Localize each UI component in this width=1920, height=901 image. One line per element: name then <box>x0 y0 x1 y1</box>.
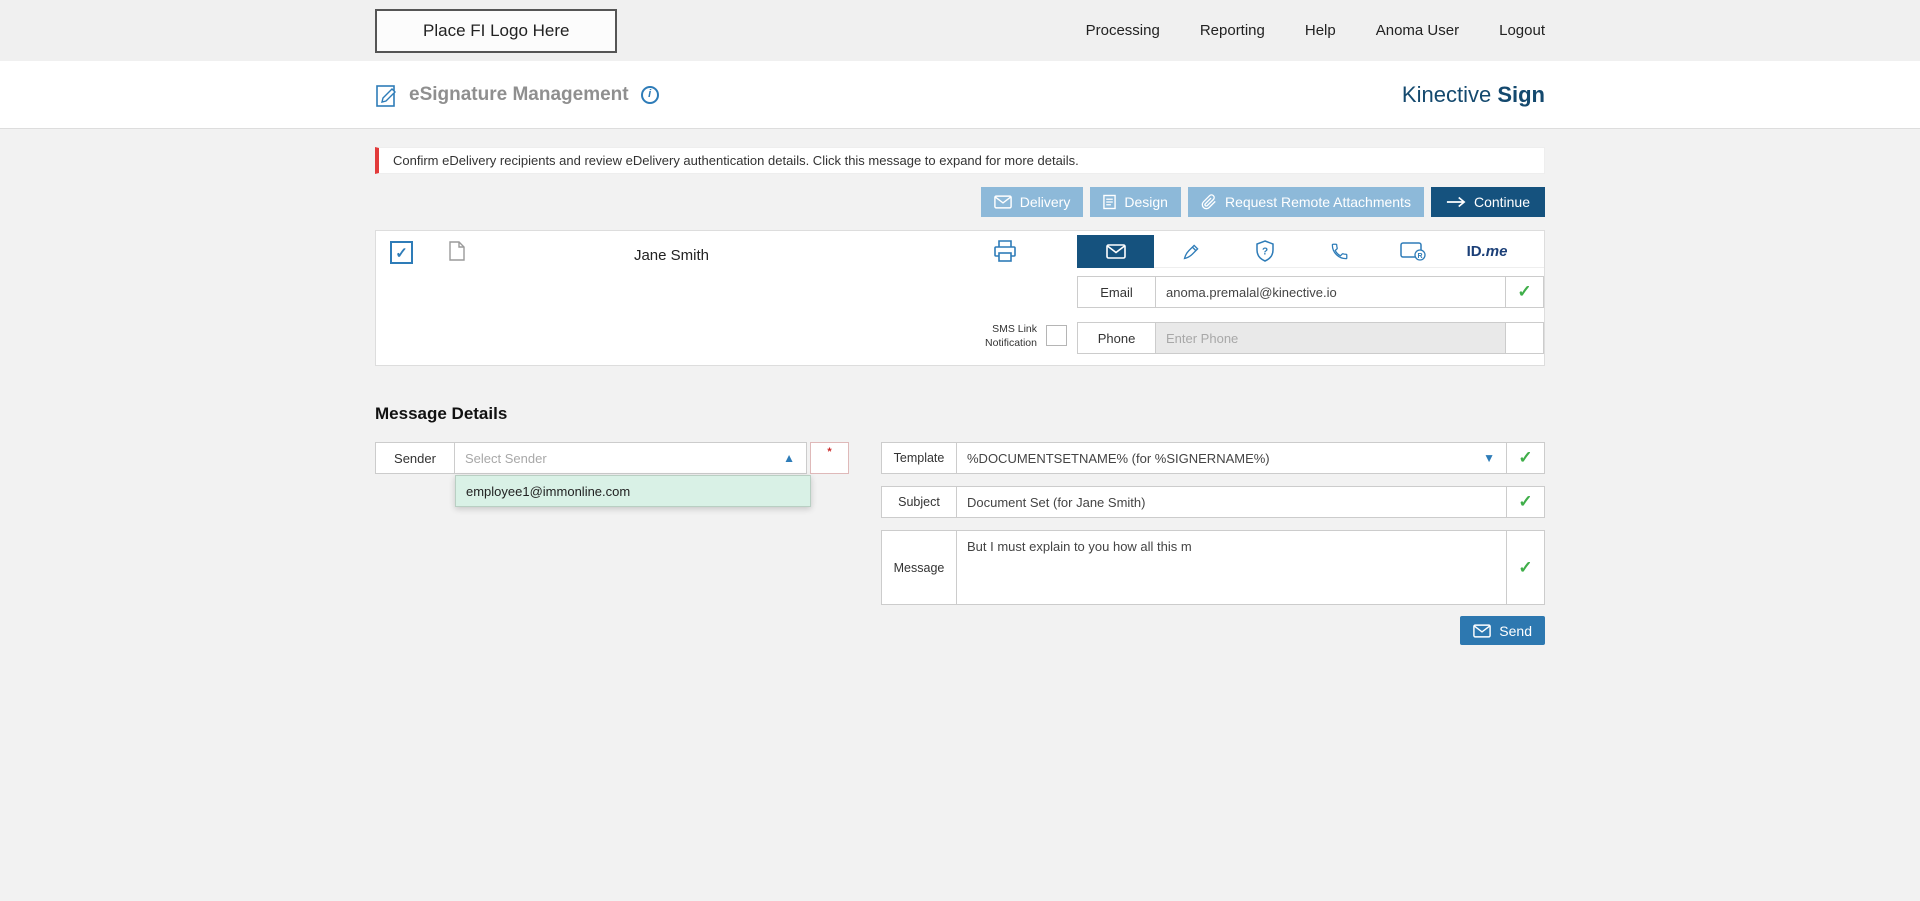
fi-logo-placeholder[interactable]: Place FI Logo Here <box>375 9 617 53</box>
sms-link-notification-label: SMS Link Notification <box>973 322 1037 350</box>
subject-label: Subject <box>881 486 957 518</box>
auth-phone-call-icon[interactable] <box>1302 242 1376 261</box>
envelope-icon <box>994 195 1012 209</box>
sender-select-input[interactable] <box>454 442 807 474</box>
template-label: Template <box>881 442 957 474</box>
phone-valid-cell <box>1505 322 1544 354</box>
delivery-button[interactable]: Delivery <box>981 187 1084 217</box>
chevron-down-icon[interactable]: ▼ <box>1483 451 1495 465</box>
design-button[interactable]: Design <box>1090 187 1181 217</box>
envelope-icon <box>1473 624 1491 638</box>
sms-link-notification-checkbox[interactable] <box>1046 325 1067 346</box>
info-icon[interactable]: i <box>641 86 659 104</box>
template-row: Template ▼ ✓ <box>881 442 1545 474</box>
message-textarea[interactable]: But I must explain to you how all this m <box>956 530 1507 605</box>
phone-label: Phone <box>1077 322 1156 354</box>
document-icon <box>1103 194 1116 210</box>
sender-dropdown: employee1@immonline.com <box>455 475 811 507</box>
send-button[interactable]: Send <box>1460 616 1545 645</box>
brand-logo: Kinective Sign <box>1402 82 1545 108</box>
top-navigation: Processing Reporting Help Anoma User Log… <box>1086 22 1545 39</box>
nav-reporting[interactable]: Reporting <box>1200 22 1265 39</box>
check-icon: ✓ <box>1518 492 1532 512</box>
nav-logout[interactable]: Logout <box>1499 22 1545 39</box>
phone-input[interactable] <box>1155 322 1506 354</box>
auth-email-icon[interactable] <box>1077 235 1154 268</box>
subject-input[interactable] <box>956 486 1507 518</box>
chevron-up-icon[interactable]: ▲ <box>783 451 795 465</box>
print-icon[interactable] <box>993 240 1017 265</box>
check-icon: ✓ <box>1518 448 1532 468</box>
esignature-document-icon <box>375 82 399 108</box>
toolbar: Delivery Design Request Remote Attachmen… <box>375 187 1545 217</box>
email-label: Email <box>1077 276 1156 308</box>
svg-text:?: ? <box>1262 247 1268 258</box>
nav-help[interactable]: Help <box>1305 22 1336 39</box>
page-header: eSignature Management i Kinective Sign <box>0 61 1920 129</box>
subject-valid-cell: ✓ <box>1506 486 1545 518</box>
sender-row: Sender ▲ * <box>375 442 849 474</box>
auth-security-question-icon[interactable]: ? <box>1228 240 1302 262</box>
check-icon: ✓ <box>1518 558 1532 578</box>
edelivery-alert-banner[interactable]: Confirm eDelivery recipients and review … <box>375 147 1545 174</box>
page-title: eSignature Management <box>409 84 629 106</box>
arrow-right-icon <box>1446 196 1466 208</box>
email-row: Email ✓ <box>1077 276 1544 308</box>
template-valid-cell: ✓ <box>1506 442 1545 474</box>
email-input[interactable] <box>1155 276 1506 308</box>
nav-processing[interactable]: Processing <box>1086 22 1160 39</box>
svg-text:R: R <box>1417 253 1422 260</box>
email-valid-cell: ✓ <box>1505 276 1544 308</box>
sender-label: Sender <box>375 442 455 474</box>
paperclip-icon <box>1201 194 1217 210</box>
template-select-input[interactable] <box>956 442 1507 474</box>
phone-row: Phone <box>1077 322 1544 354</box>
check-icon: ✓ <box>1517 282 1531 302</box>
nav-user-menu[interactable]: Anoma User <box>1376 22 1459 39</box>
recipient-name: Jane Smith <box>376 247 967 264</box>
recipient-row: ✓ Jane Smith SMS Link Notifi <box>375 230 1545 366</box>
authentication-methods: ? R <box>1077 235 1544 268</box>
top-bar: Place FI Logo Here Processing Reporting … <box>0 0 1920 61</box>
continue-button[interactable]: Continue <box>1431 187 1545 217</box>
request-remote-attachments-button[interactable]: Request Remote Attachments <box>1188 187 1424 217</box>
message-details-heading: Message Details <box>375 404 1545 424</box>
message-row: Message But I must explain to you how al… <box>881 530 1545 605</box>
main-content: Confirm eDelivery recipients and review … <box>0 147 1920 645</box>
auth-idme-icon[interactable]: ID.me <box>1450 243 1524 260</box>
message-valid-cell: ✓ <box>1506 530 1545 605</box>
sender-option[interactable]: employee1@immonline.com <box>456 476 810 506</box>
message-label: Message <box>881 530 957 605</box>
auth-remote-id-icon[interactable]: R <box>1376 241 1450 261</box>
sender-required-indicator: * <box>810 442 849 474</box>
subject-row: Subject ✓ <box>881 486 1545 518</box>
auth-signature-icon[interactable] <box>1154 241 1228 262</box>
